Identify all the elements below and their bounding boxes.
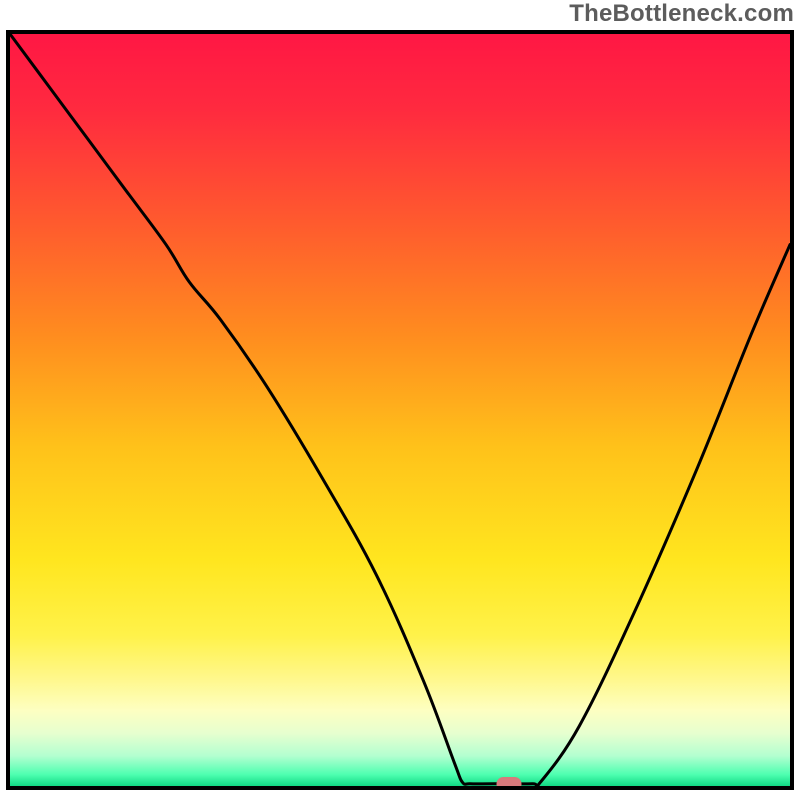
bottleneck-curve [10,34,790,786]
plot-area [6,30,794,790]
chart-container: TheBottleneck.com [0,0,800,800]
watermark-text: TheBottleneck.com [569,0,794,28]
optimal-marker [497,777,522,790]
